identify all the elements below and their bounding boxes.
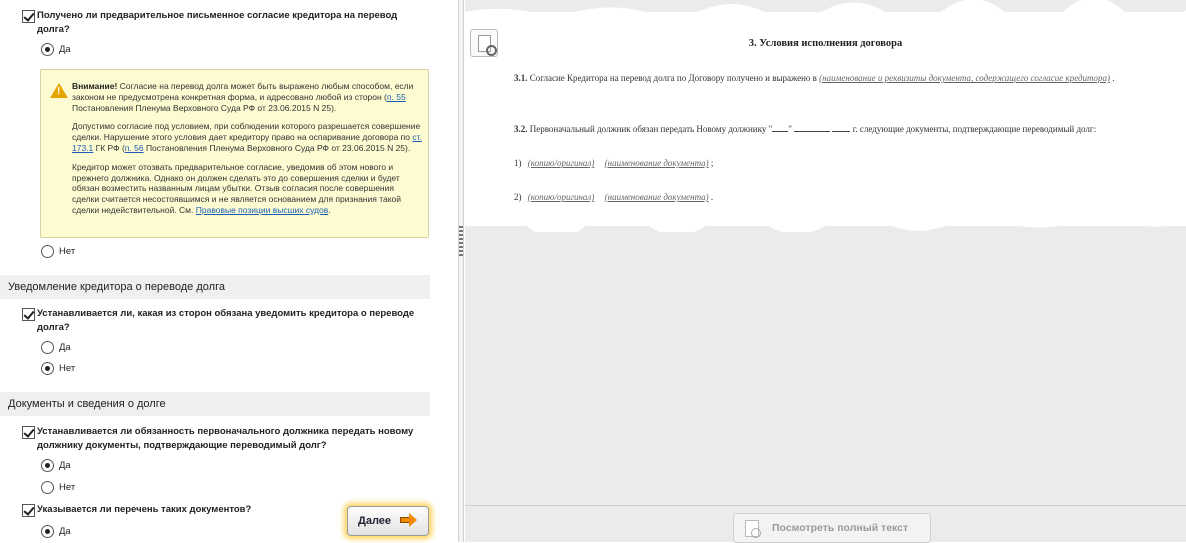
section-header-documents: Документы и сведения о долге <box>0 392 430 416</box>
option-label: Да <box>59 44 71 55</box>
clause-text: Первоначальный должник обязан передать Н… <box>527 124 773 134</box>
view-full-text-button[interactable]: Посмотреть полный текст <box>733 513 931 543</box>
torn-edge-bottom <box>465 218 1186 232</box>
arrow-right-icon <box>400 513 417 527</box>
option-label: Да <box>59 526 71 537</box>
warning-box: Внимание! Согласие на перевод долга може… <box>40 69 429 238</box>
question-notify-party[interactable]: Устанавливается ли, какая из сторон обяз… <box>22 307 417 335</box>
month-field[interactable] <box>794 123 831 132</box>
question-transfer-documents[interactable]: Устанавливается ли обязанность первонача… <box>22 425 417 453</box>
panel-splitter[interactable] <box>458 0 464 542</box>
option-label: Да <box>59 342 71 353</box>
splitter-grip-icon[interactable] <box>459 226 463 258</box>
clause-number: 3.1. <box>514 73 528 83</box>
radio-button[interactable] <box>41 525 54 538</box>
document-preview-panel: 3. Условия исполнения договора 3.1. Согл… <box>465 0 1186 543</box>
clause-number: 3.2. <box>514 124 528 134</box>
warning-icon <box>50 83 68 98</box>
option-label: Нет <box>59 482 76 493</box>
year-field[interactable] <box>832 123 851 132</box>
question-checkbox[interactable] <box>22 308 35 321</box>
item-end: . <box>710 192 714 202</box>
warning-p2: Допустимо согласие под условием, при соб… <box>72 121 421 143</box>
radio-button[interactable] <box>41 362 54 375</box>
consent-document-field[interactable]: (наименование и реквизиты документа, сод… <box>819 73 1110 83</box>
document-item-2: 2) (копию/оригинал) (наименование докуме… <box>514 191 713 203</box>
copy-original-field[interactable]: (копию/оригинал) <box>528 192 595 202</box>
clause-3-2: 3.2. Первоначальный должник обязан перед… <box>514 123 1174 135</box>
item-number: 2) <box>514 192 522 202</box>
copy-original-field[interactable]: (копию/оригинал) <box>528 158 595 168</box>
view-full-text-label: Посмотреть полный текст <box>772 522 909 534</box>
option-label: Да <box>59 460 71 471</box>
warning-title: Внимание! <box>72 81 118 91</box>
bottom-toolbar: Посмотреть полный текст <box>465 505 1186 543</box>
clause-end: . <box>1110 73 1115 83</box>
clause-text-end: г. следующие документы, подтверждающие п… <box>850 124 1097 134</box>
quote: " <box>788 124 792 134</box>
option-label: Нет <box>59 363 76 374</box>
question-text: Получено ли предварительное письменное с… <box>37 10 398 35</box>
next-button[interactable]: Далее <box>347 506 429 536</box>
option-label: Нет <box>59 246 76 257</box>
document-search-icon <box>745 520 761 538</box>
radio-button[interactable] <box>41 459 54 472</box>
question-checkbox[interactable] <box>22 10 35 23</box>
warning-p3-end: . <box>328 204 331 215</box>
question-checkbox[interactable] <box>22 504 35 517</box>
clause-3-1: 3.1. Согласие Кредитора на перевод долга… <box>514 72 1154 84</box>
day-field[interactable] <box>772 123 789 132</box>
radio-button[interactable] <box>41 43 54 56</box>
warning-p1: Согласие на перевод долга может быть выр… <box>72 81 414 102</box>
clause-text: Согласие Кредитора на перевод долга по Д… <box>527 73 820 83</box>
warning-text: Внимание! Согласие на перевод долга може… <box>72 81 422 224</box>
document-name-field[interactable]: (наименование документа) <box>605 158 709 168</box>
document-section-title: 3. Условия исполнения договора <box>748 38 903 49</box>
questionnaire-panel: Получено ли предварительное письменное с… <box>0 0 430 542</box>
item-end: ; <box>710 158 714 168</box>
next-button-label: Далее <box>358 515 392 527</box>
question-creditor-consent[interactable]: Получено ли предварительное письменное с… <box>22 9 417 37</box>
radio-button[interactable] <box>41 341 54 354</box>
question-text: Устанавливается ли обязанность первонача… <box>37 426 414 451</box>
warning-p2-mid: ГК РФ ( <box>93 142 125 153</box>
link-p55[interactable]: п. 55 <box>387 92 406 102</box>
question-text: Устанавливается ли, какая из сторон обяз… <box>37 308 415 333</box>
warning-p1-end: Постановления Пленума Верховного Суда РФ… <box>72 102 337 113</box>
document-item-1: 1) (копию/оригинал) (наименование докуме… <box>514 157 713 169</box>
radio-button[interactable] <box>41 245 54 258</box>
radio-button[interactable] <box>41 481 54 494</box>
section-header-notification: Уведомление кредитора о переводе долга <box>0 275 430 299</box>
question-checkbox[interactable] <box>22 426 35 439</box>
link-p56[interactable]: п. 56 <box>125 143 144 153</box>
warning-p2-end: Постановления Пленума Верховного Суда РФ… <box>143 142 411 153</box>
document-name-field[interactable]: (наименование документа) <box>605 192 709 202</box>
item-number: 1) <box>514 158 522 168</box>
link-court-positions[interactable]: Правовые позиции высших судов <box>196 205 329 215</box>
document-fragment: 3. Условия исполнения договора 3.1. Согл… <box>465 12 1186 226</box>
